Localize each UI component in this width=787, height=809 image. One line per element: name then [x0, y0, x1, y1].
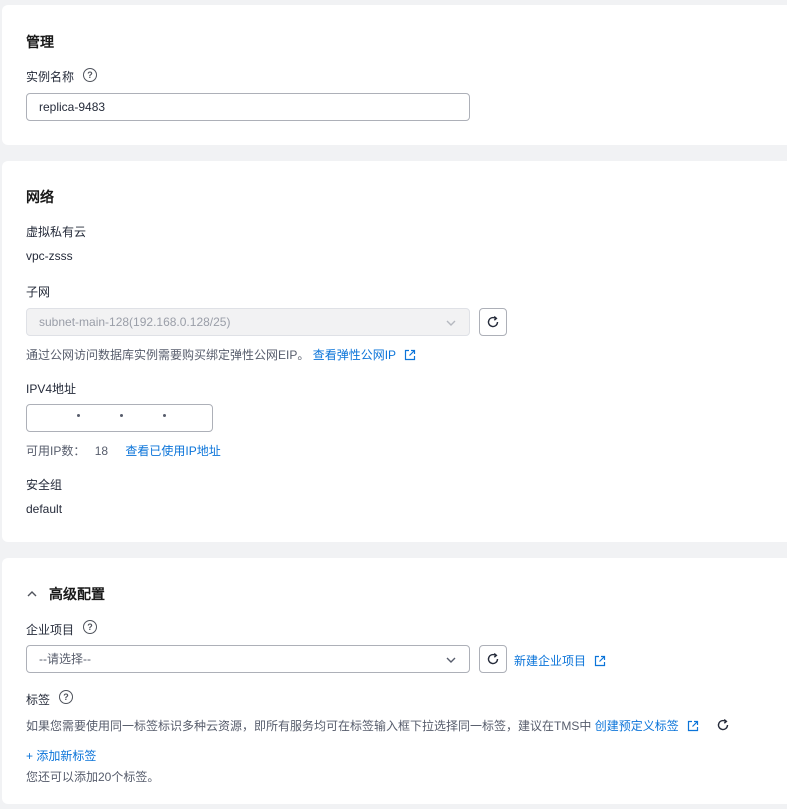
ip-separator — [163, 414, 166, 417]
chevron-down-icon — [446, 320, 456, 326]
subnet-value: subnet-main-128(192.168.0.128/25) — [39, 315, 231, 329]
management-section: 管理 实例名称 ? replica-9483 — [2, 5, 787, 145]
ipv4-address-input[interactable] — [26, 404, 213, 432]
subnet-select[interactable]: subnet-main-128(192.168.0.128/25) — [26, 308, 470, 336]
available-ip-count: 18 — [94, 444, 109, 458]
ip-separator — [77, 414, 80, 417]
question-circle-icon[interactable]: ? — [83, 620, 97, 634]
tags-remaining-text: 您还可以添加20个标签。 — [26, 770, 160, 784]
refresh-subnet-button[interactable] — [479, 308, 507, 336]
external-link-icon[interactable] — [687, 720, 699, 732]
tags-hint-text: 如果您需要使用同一标签标识多种云资源，即所有服务均可在标签输入框下拉选择同一标签… — [26, 719, 592, 733]
enterprise-project-placeholder: --请选择-- — [39, 652, 91, 666]
subnet-label: 子网 — [26, 285, 51, 299]
eip-hint-row: 通过公网访问数据库实例需要购买绑定弹性公网EIP。 查看弹性公网IP — [26, 346, 416, 363]
external-link-icon[interactable] — [404, 349, 416, 361]
section-title: 网络 — [26, 189, 54, 205]
new-enterprise-project-link[interactable]: 新建企业项目 — [514, 654, 586, 668]
section-title: 管理 — [26, 34, 54, 50]
add-tag-link[interactable]: + 添加新标签 — [26, 747, 96, 764]
available-ip-row: 可用IP数： 18 查看已使用IP地址 — [26, 442, 221, 459]
advanced-section: 高级配置 企业项目 ? --请选择-- 新建企业项目 标签 ? 如果您需要使用同… — [2, 558, 787, 804]
question-circle-icon[interactable]: ? — [59, 690, 73, 704]
instance-name-label: 实例名称 — [26, 70, 75, 84]
security-group-label: 安全组 — [26, 478, 63, 492]
instance-name-value: replica-9483 — [39, 100, 106, 114]
advanced-toggle[interactable]: 高级配置 — [26, 584, 105, 604]
new-enterprise-project-row: 新建企业项目 — [514, 652, 606, 669]
enterprise-project-select[interactable]: --请选择-- — [26, 645, 470, 673]
eip-link[interactable]: 查看弹性公网IP — [313, 348, 396, 362]
external-link-icon[interactable] — [594, 655, 606, 667]
chevron-down-icon — [446, 657, 456, 663]
refresh-enterprise-project-button[interactable] — [479, 645, 507, 673]
ip-separator — [120, 414, 123, 417]
tags-hint-row: 如果您需要使用同一标签标识多种云资源，即所有服务均可在标签输入框下拉选择同一标签… — [26, 717, 730, 734]
enterprise-project-label: 企业项目 — [26, 623, 75, 637]
available-ip-label: 可用IP数： — [26, 444, 86, 458]
instance-name-input[interactable]: replica-9483 — [26, 93, 470, 121]
network-section: 网络 虚拟私有云 vpc-zsss 子网 subnet-main-128(192… — [2, 161, 787, 542]
refresh-icon — [487, 316, 499, 328]
refresh-icon[interactable] — [716, 718, 730, 732]
ipv4-label: IPV4地址 — [26, 382, 77, 396]
refresh-icon — [487, 653, 499, 665]
security-group-value: default — [26, 502, 63, 516]
vpc-value: vpc-zsss — [26, 249, 73, 263]
vpc-label: 虚拟私有云 — [26, 225, 87, 239]
question-circle-icon[interactable]: ? — [83, 68, 97, 82]
create-tag-link[interactable]: 创建预定义标签 — [595, 719, 679, 733]
tags-label: 标签 — [26, 693, 51, 707]
chevron-up-icon — [27, 591, 37, 597]
section-title: 高级配置 — [49, 586, 105, 602]
eip-hint-text: 通过公网访问数据库实例需要购买绑定弹性公网EIP。 — [26, 348, 310, 362]
used-ip-link[interactable]: 查看已使用IP地址 — [125, 444, 220, 458]
